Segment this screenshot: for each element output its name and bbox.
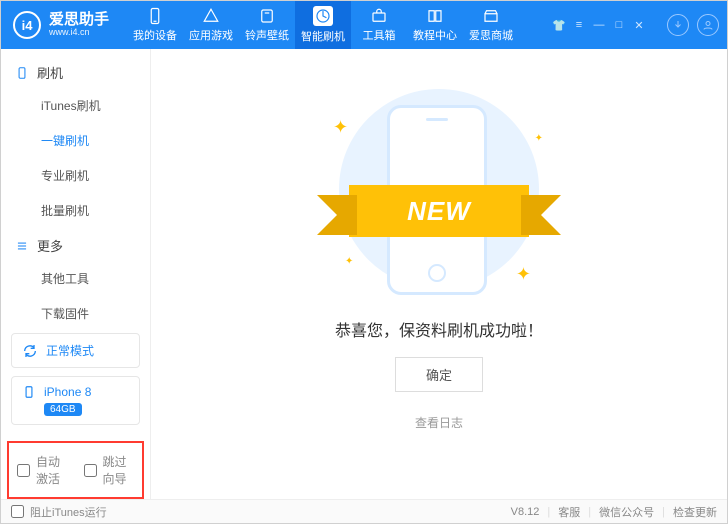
tab-label: 应用游戏	[189, 27, 233, 43]
version-label: V8.12	[511, 506, 540, 518]
menu-icon[interactable]: ≡	[571, 19, 587, 32]
sidebar-bottom: 正常模式 iPhone 8 64GB	[1, 323, 150, 435]
titlebar: i4 爱思助手 www.i4.cn 我的设备 应用游戏 铃声壁纸 智能刷机	[1, 1, 727, 49]
main-panel: ✦ ✦ ✦ ✦ NEW 恭喜您，保资料刷机成功啦！ 确定 查看日志	[151, 49, 727, 499]
tab-toolbox[interactable]: 工具箱	[351, 1, 407, 49]
phone-icon	[146, 7, 164, 25]
checkbox-label: 跳过向导	[103, 453, 135, 487]
block-itunes-checkbox[interactable]: 阻止iTunes运行	[11, 504, 107, 520]
brand-title: 爱思助手	[49, 12, 109, 29]
sparkle-icon: ✦	[333, 117, 348, 138]
music-icon	[258, 7, 276, 25]
tab-flash[interactable]: 智能刷机	[295, 1, 351, 49]
tab-ringtones[interactable]: 铃声壁纸	[239, 1, 295, 49]
tab-label: 铃声壁纸	[245, 27, 289, 43]
brand-subtitle: www.i4.cn	[49, 28, 109, 38]
sidebar-group-title: 刷机	[37, 63, 63, 82]
phone-outline-icon	[15, 66, 29, 80]
menu-lines-icon	[15, 239, 29, 253]
store-icon	[482, 7, 500, 25]
brand-logo-icon: i4	[13, 11, 41, 39]
skip-guide-checkbox[interactable]: 跳过向导	[84, 453, 135, 487]
tshirt-icon[interactable]: 👕	[551, 19, 567, 32]
device-card[interactable]: iPhone 8 64GB	[11, 376, 140, 425]
sidebar-item-oneclick[interactable]: 一键刷机	[1, 123, 150, 158]
refresh-icon	[22, 343, 38, 359]
brand-text: 爱思助手 www.i4.cn	[49, 12, 109, 38]
checkbox-label: 阻止iTunes运行	[30, 504, 107, 520]
success-message: 恭喜您，保资料刷机成功啦！	[335, 317, 543, 341]
user-button[interactable]	[697, 14, 719, 36]
tab-store[interactable]: 爱思商城	[463, 1, 519, 49]
ribbon-text: NEW	[349, 185, 529, 237]
tab-label: 我的设备	[133, 27, 177, 43]
minimize-icon[interactable]: —	[591, 19, 607, 32]
ok-button[interactable]: 确定	[395, 357, 483, 392]
tab-apps[interactable]: 应用游戏	[183, 1, 239, 49]
sparkle-icon: ✦	[535, 133, 543, 144]
sidebar-group-title: 更多	[37, 236, 63, 255]
footer-link-update[interactable]: 检查更新	[673, 504, 717, 520]
skip-guide-input[interactable]	[84, 464, 97, 477]
tab-label: 工具箱	[363, 27, 396, 43]
sidebar-group-flash[interactable]: 刷机	[1, 55, 150, 88]
sidebar-item-pro[interactable]: 专业刷机	[1, 158, 150, 193]
tab-tutorials[interactable]: 教程中心	[407, 1, 463, 49]
footer-link-support[interactable]: 客服	[558, 504, 580, 520]
sidebar-group-more[interactable]: 更多	[1, 228, 150, 261]
auto-activate-input[interactable]	[17, 464, 30, 477]
download-button[interactable]	[667, 14, 689, 36]
maximize-icon[interactable]: □	[611, 19, 627, 32]
brand[interactable]: i4 爱思助手 www.i4.cn	[1, 11, 121, 39]
tab-label: 智能刷机	[301, 28, 345, 44]
tab-my-device[interactable]: 我的设备	[127, 1, 183, 49]
auto-activate-checkbox[interactable]: 自动激活	[17, 453, 68, 487]
statusbar: 阻止iTunes运行 V8.12 | 客服 | 微信公众号 | 检查更新	[1, 499, 727, 523]
footer-right: V8.12 | 客服 | 微信公众号 | 检查更新	[511, 504, 717, 520]
block-itunes-input[interactable]	[11, 505, 24, 518]
topnav: 我的设备 应用游戏 铃声壁纸 智能刷机 工具箱 教程中心	[127, 1, 519, 49]
sparkle-icon: ✦	[345, 256, 353, 267]
device-name: iPhone 8	[44, 385, 91, 399]
sidebar-item-itunes[interactable]: iTunes刷机	[1, 88, 150, 123]
hero-illustration: ✦ ✦ ✦ ✦ NEW	[339, 89, 539, 289]
checkbox-label: 自动激活	[36, 453, 68, 487]
tab-label: 爱思商城	[469, 27, 513, 43]
window-mini-controls: 👕 ≡ — □ ✕	[551, 19, 647, 32]
book-icon	[426, 7, 444, 25]
sidebar-item-other[interactable]: 其他工具	[1, 261, 150, 296]
flash-icon	[313, 6, 333, 26]
app-window: i4 爱思助手 www.i4.cn 我的设备 应用游戏 铃声壁纸 智能刷机	[0, 0, 728, 524]
sidebar-item-dlfw[interactable]: 下载固件	[1, 296, 150, 323]
sidebar-item-batch[interactable]: 批量刷机	[1, 193, 150, 228]
close-icon[interactable]: ✕	[631, 19, 647, 32]
sidebar: 刷机 iTunes刷机 一键刷机 专业刷机 批量刷机 更多 其他工具 下载固件 …	[1, 49, 151, 499]
apps-icon	[202, 7, 220, 25]
mode-label: 正常模式	[46, 342, 94, 359]
sparkle-icon: ✦	[516, 264, 531, 285]
window-controls: 👕 ≡ — □ ✕	[551, 14, 727, 36]
view-log-link[interactable]: 查看日志	[415, 414, 463, 431]
body: 刷机 iTunes刷机 一键刷机 专业刷机 批量刷机 更多 其他工具 下载固件 …	[1, 49, 727, 499]
new-ribbon: NEW	[313, 185, 565, 237]
mode-card[interactable]: 正常模式	[11, 333, 140, 368]
toolbox-icon	[370, 7, 388, 25]
options-highlight: 自动激活 跳过向导	[7, 441, 144, 499]
footer-link-wechat[interactable]: 微信公众号	[599, 504, 654, 520]
device-phone-icon	[22, 385, 36, 399]
storage-badge: 64GB	[44, 403, 82, 416]
tab-label: 教程中心	[413, 27, 457, 43]
